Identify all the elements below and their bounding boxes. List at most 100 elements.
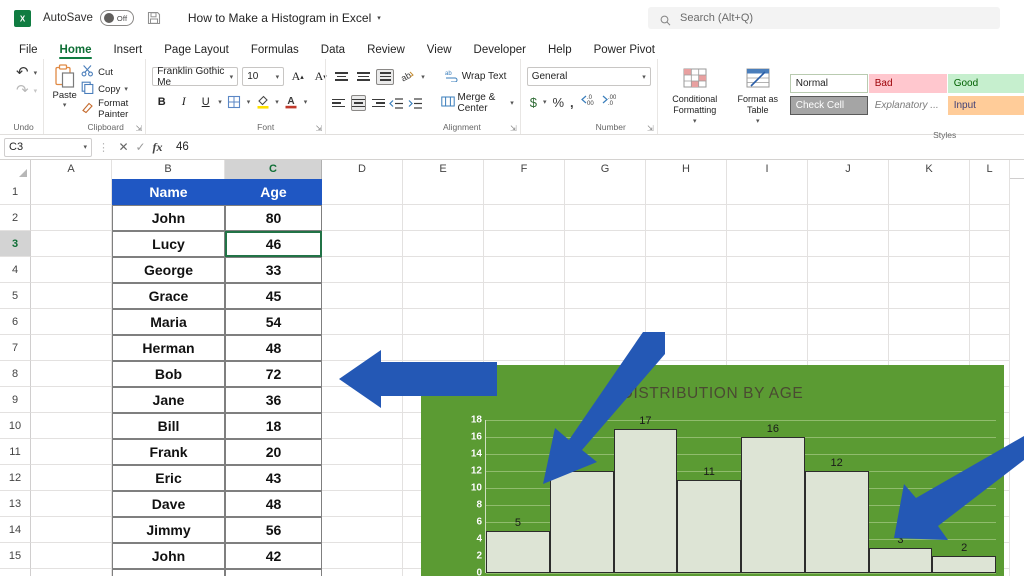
merge-center-button[interactable]: Merge & Center ▾ (440, 92, 514, 114)
decrease-indent-icon[interactable] (389, 94, 404, 113)
cell-B6[interactable]: Maria (112, 309, 225, 335)
style-input[interactable]: Input (947, 96, 1024, 115)
increase-indent-icon[interactable] (408, 94, 423, 113)
cell-J5[interactable] (808, 283, 889, 309)
cell-I4[interactable] (727, 257, 808, 283)
cell-D9[interactable] (322, 387, 403, 413)
cell-A14[interactable] (31, 517, 112, 543)
cell-G7[interactable] (565, 335, 646, 361)
cell-B14[interactable]: Jimmy (112, 517, 225, 543)
redo-dropdown-caret-icon[interactable]: ▾ (34, 87, 38, 95)
cell-C12[interactable]: 43 (225, 465, 322, 491)
cell-G4[interactable] (565, 257, 646, 283)
cell-K6[interactable] (889, 309, 970, 335)
cell-A2[interactable] (31, 205, 112, 231)
cell-A3[interactable] (31, 231, 112, 257)
fx-icon[interactable]: fx (149, 140, 166, 155)
row-header-1[interactable]: 1 (0, 179, 31, 205)
row-header-10[interactable]: 10 (0, 413, 31, 439)
cell-A7[interactable] (31, 335, 112, 361)
cell-D12[interactable] (322, 465, 403, 491)
cell-D2[interactable] (322, 205, 403, 231)
alignment-dialog-launcher[interactable]: ⇲ (510, 124, 517, 133)
font-name-combo[interactable]: Franklin Gothic Me ▾ (152, 66, 239, 88)
cell-B9[interactable]: Jane (112, 387, 225, 413)
cell-K2[interactable] (889, 205, 970, 231)
cell-L7[interactable] (970, 335, 1010, 361)
tab-view[interactable]: View (416, 43, 463, 59)
orientation-icon[interactable]: ab (398, 67, 417, 86)
copy-dropdown-caret-icon[interactable]: ▾ (124, 85, 128, 93)
borders-caret-icon[interactable]: ▾ (247, 98, 251, 106)
cell-A12[interactable] (31, 465, 112, 491)
font-dialog-launcher[interactable]: ⇲ (315, 124, 322, 133)
cell-C10[interactable]: 18 (225, 413, 322, 439)
cancel-icon[interactable]: ✕ (115, 140, 132, 154)
align-bottom-icon[interactable] (376, 68, 395, 85)
row-header-9[interactable]: 9 (0, 387, 31, 413)
orientation-caret-icon[interactable]: ▾ (421, 73, 425, 81)
format-as-table-button[interactable]: Format as Table ▾ (732, 65, 784, 129)
clipboard-dialog-launcher[interactable]: ⇲ (135, 124, 142, 133)
cell-A16[interactable] (31, 569, 112, 576)
cell-K1[interactable] (889, 179, 970, 205)
column-header-i[interactable]: I (727, 160, 808, 179)
cell-B12[interactable]: Eric (112, 465, 225, 491)
cell-C4[interactable]: 33 (225, 257, 322, 283)
cell-C16[interactable]: 39 (225, 569, 322, 576)
cell-K4[interactable] (889, 257, 970, 283)
tab-page-layout[interactable]: Page Layout (153, 43, 240, 59)
row-header-3[interactable]: 3 (0, 231, 31, 257)
cell-C6[interactable]: 54 (225, 309, 322, 335)
row-header-16[interactable]: 16 (0, 569, 31, 576)
align-right-icon[interactable] (370, 95, 386, 111)
cell-H3[interactable] (646, 231, 727, 257)
style-good[interactable]: Good (947, 74, 1024, 93)
font-size-combo[interactable]: 10 ▾ (242, 67, 285, 86)
cell-B5[interactable]: Grace (112, 283, 225, 309)
redo-icon[interactable]: ↷ (16, 83, 29, 98)
cell-B15[interactable]: John (112, 543, 225, 569)
wrap-text-button[interactable]: ab Wrap Text (445, 69, 506, 85)
cell-H4[interactable] (646, 257, 727, 283)
tab-help[interactable]: Help (537, 43, 583, 59)
cell-L5[interactable] (970, 283, 1010, 309)
cell-I5[interactable] (727, 283, 808, 309)
cell-J6[interactable] (808, 309, 889, 335)
decrease-decimal-icon[interactable]: .00 .0 (601, 93, 617, 111)
cell-G3[interactable] (565, 231, 646, 257)
tab-file[interactable]: File (8, 43, 49, 59)
cell-F5[interactable] (484, 283, 565, 309)
histogram-chart[interactable]: DISTRIBUTION BY AGE 0 2 4 6 8 10 12 14 16 18 5 12 1… (421, 365, 1004, 576)
row-header-7[interactable]: 7 (0, 335, 31, 361)
cell-A11[interactable] (31, 439, 112, 465)
align-left-icon[interactable] (332, 95, 347, 111)
cell-D7[interactable] (322, 335, 403, 361)
cell-J7[interactable] (808, 335, 889, 361)
cell-G5[interactable] (565, 283, 646, 309)
cell-L1[interactable] (970, 179, 1010, 205)
cell-C14[interactable]: 56 (225, 517, 322, 543)
bold-button[interactable]: B (152, 92, 171, 111)
italic-button[interactable]: I (174, 92, 193, 111)
name-box[interactable]: C3 ▾ (4, 137, 92, 157)
cell-C13[interactable]: 48 (225, 491, 322, 517)
cell-A1[interactable] (31, 179, 112, 205)
cell-A5[interactable] (31, 283, 112, 309)
cell-D1[interactable] (322, 179, 403, 205)
style-check-cell[interactable]: Check Cell (789, 96, 868, 115)
cell-D4[interactable] (322, 257, 403, 283)
cell-C11[interactable]: 20 (225, 439, 322, 465)
merge-center-caret-icon[interactable]: ▾ (510, 99, 514, 107)
cell-D5[interactable] (322, 283, 403, 309)
cell-A15[interactable] (31, 543, 112, 569)
cell-G1[interactable] (565, 179, 646, 205)
cell-F7[interactable] (484, 335, 565, 361)
cell-D3[interactable] (322, 231, 403, 257)
cell-J2[interactable] (808, 205, 889, 231)
row-header-14[interactable]: 14 (0, 517, 31, 543)
cell-A13[interactable] (31, 491, 112, 517)
increase-decimal-icon[interactable]: .0 00 (580, 93, 595, 111)
underline-button[interactable]: U (196, 92, 215, 111)
cell-L4[interactable] (970, 257, 1010, 283)
